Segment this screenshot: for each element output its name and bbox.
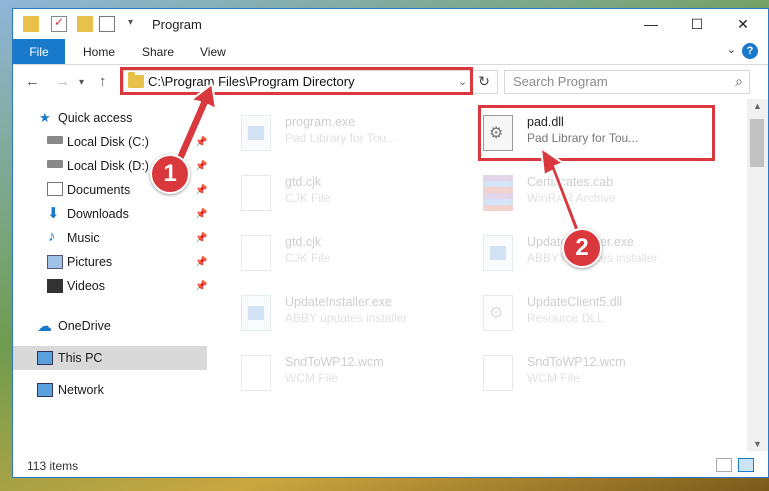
- step-2-badge: 2: [562, 228, 602, 268]
- arrow-step-1: [175, 83, 217, 161]
- annotation-arrows: [175, 83, 580, 233]
- step-1-badge: 1: [150, 154, 190, 194]
- arrow-step-2: [540, 147, 580, 233]
